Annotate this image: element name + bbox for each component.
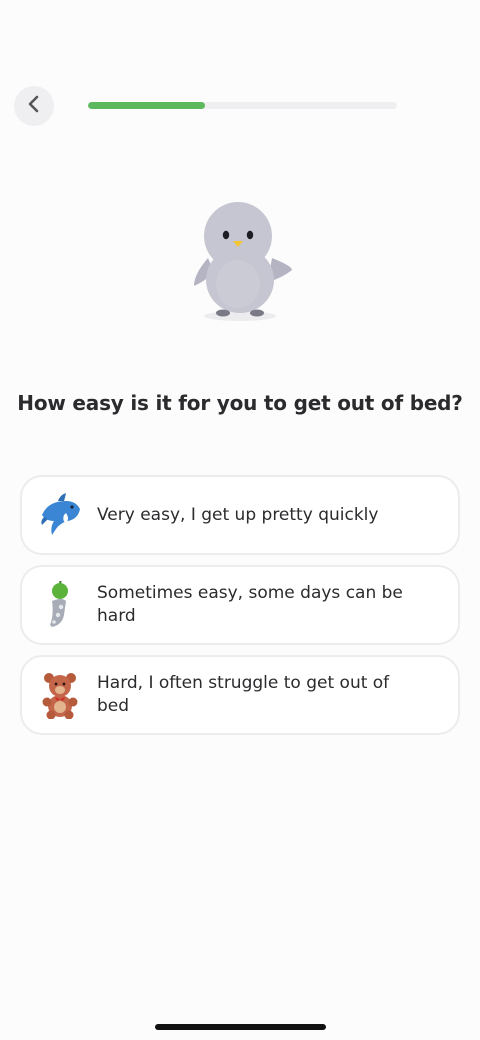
snail-icon <box>38 581 82 629</box>
option-label: Very easy, I get up pretty quickly <box>97 504 379 525</box>
progress-bar <box>88 102 397 109</box>
option-label: Sometimes easy, some days can be hard <box>97 583 403 626</box>
option-very-easy[interactable]: Very easy, I get up pretty quickly <box>20 475 460 555</box>
penguin-mascot-icon <box>188 196 298 326</box>
teddy-bear-icon <box>38 671 82 719</box>
option-label: Hard, I often struggle to get out of bed <box>97 673 390 716</box>
progress-bar-fill <box>88 102 206 109</box>
home-indicator <box>155 1024 326 1030</box>
answer-options: Very easy, I get up pretty quickly Somet… <box>20 475 460 745</box>
back-button[interactable] <box>14 86 54 126</box>
option-hard[interactable]: Hard, I often struggle to get out of bed <box>20 655 460 735</box>
dolphin-icon <box>38 491 82 539</box>
option-sometimes-easy[interactable]: Sometimes easy, some days can be hard <box>20 565 460 645</box>
question-title: How easy is it for you to get out of bed… <box>17 391 463 415</box>
chevron-left-icon <box>27 95 41 117</box>
